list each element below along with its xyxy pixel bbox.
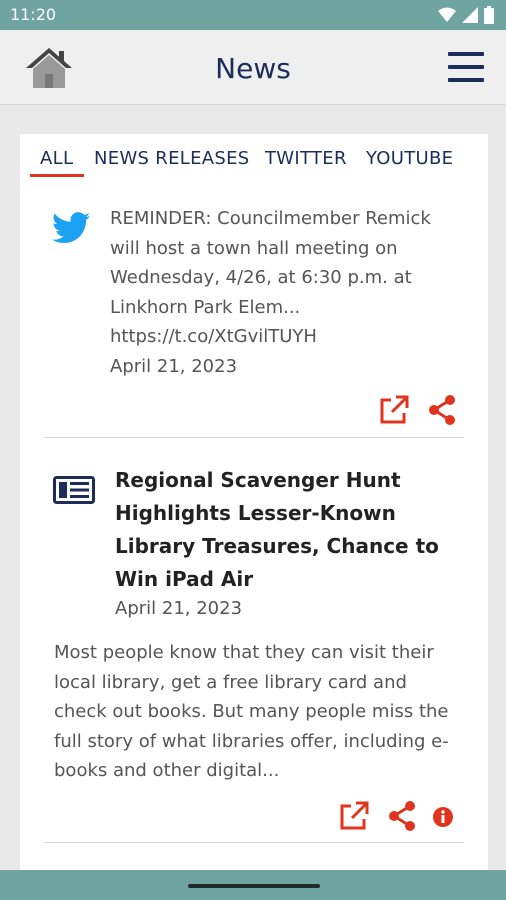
news-release-date: April 21, 2023 [115,598,243,619]
summary-line: Most people know that they can visit the… [54,642,434,663]
info-icon[interactable] [432,806,454,828]
news-feed-card: ALL NEWS RELEASES TWITTER YOUTUBE REMIND… [20,134,488,870]
newspaper-icon [53,476,95,504]
news-title-line: Library Treasures, Chance to [115,534,439,558]
item-divider [44,437,464,438]
system-navigation-bar [0,870,506,900]
news-title-line: Highlights Lesser-Known [115,501,396,525]
share-icon[interactable] [426,394,458,426]
page-title: News [215,52,291,85]
status-time: 11:20 [10,5,57,24]
news-release-title[interactable]: Regional Scavenger Hunt Highlights Lesse… [115,464,460,596]
summary-line: books and other digital... [54,760,280,781]
tweet-line: Linkhorn Park Elem... [110,296,301,318]
home-gesture-handle[interactable] [188,884,320,888]
news-release-summary: Most people know that they can visit the… [54,638,464,786]
external-link-icon[interactable] [378,394,410,426]
status-icons [438,6,494,24]
signal-icon [462,7,478,23]
tweet-line: REMINDER: Councilmember Remick [110,208,431,229]
twitter-icon [52,212,90,244]
tab-youtube[interactable]: YOUTUBE [366,148,453,169]
tab-twitter[interactable]: TWITTER [265,148,347,169]
summary-line: full story of what libraries offer, incl… [54,730,449,752]
tweet-line: Wednesday, 4/26, at 6:30 p.m. at [110,267,412,288]
tab-all[interactable]: ALL [40,148,73,169]
share-icon[interactable] [386,800,418,832]
news-title-line: Win iPad Air [115,567,254,591]
tweet-date: April 21, 2023 [110,355,238,377]
menu-icon[interactable] [448,52,484,82]
summary-line: check out books. But many people miss th… [54,701,449,722]
tweet-link[interactable]: https://t.co/XtGvilTUYH [110,322,460,352]
status-bar: 11:20 [0,0,506,30]
tab-bar: ALL NEWS RELEASES TWITTER YOUTUBE [20,134,488,180]
item-divider [44,842,464,843]
active-tab-indicator [30,174,84,177]
news-title-line: Regional Scavenger Hunt [115,468,401,492]
summary-line: local library, get a free library card a… [54,671,407,693]
tweet-line: will host a town hall meeting on [110,237,398,259]
app-bar: News [0,30,506,105]
wifi-icon [438,7,456,22]
tweet-text: REMINDER: Councilmember Remick will host… [110,204,460,381]
battery-icon [484,6,494,24]
external-link-icon[interactable] [338,800,370,832]
tab-news-releases[interactable]: NEWS RELEASES [94,148,250,169]
